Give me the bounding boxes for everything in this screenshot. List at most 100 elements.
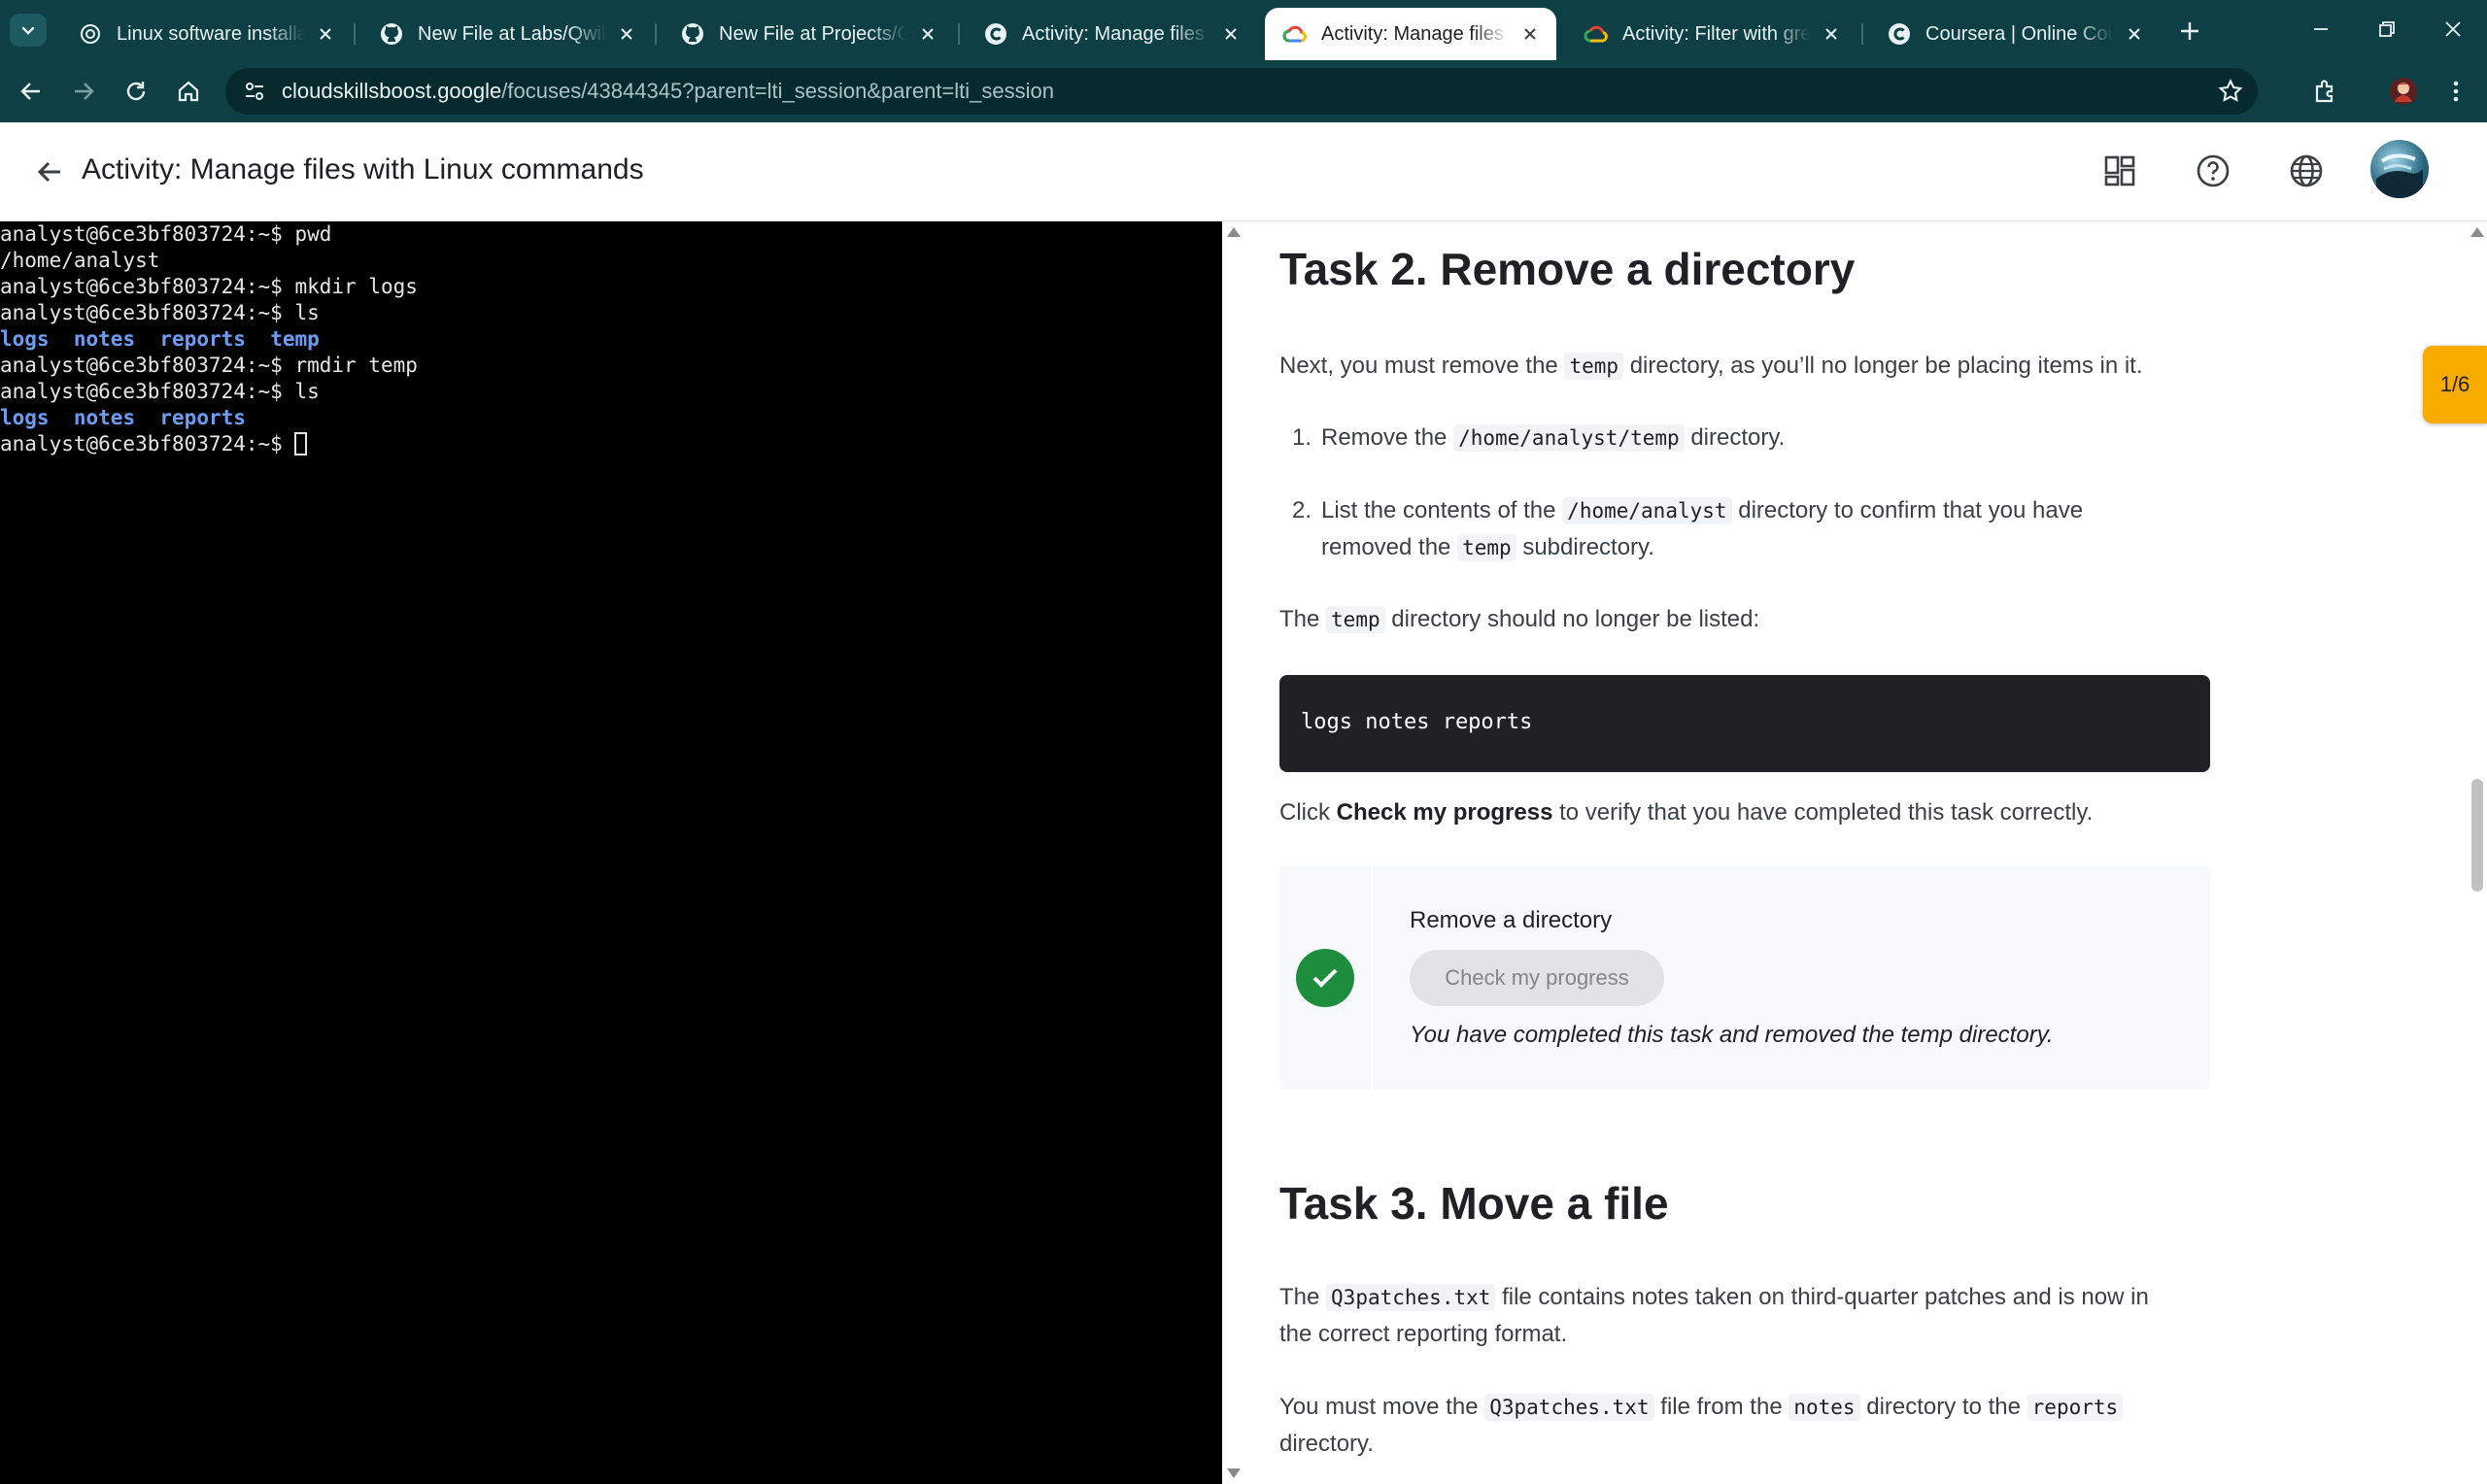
- tab-linux-software[interactable]: Linux software installation: [60, 8, 352, 60]
- terminal-line: analyst@6ce3bf803724:~$ pwd: [0, 221, 1222, 248]
- close-icon[interactable]: [915, 21, 940, 47]
- tab-new-file-labs[interactable]: New File at Labs/Qwiklabs: [361, 8, 653, 60]
- scroll-down-arrow-icon[interactable]: [1227, 1468, 1241, 1478]
- check-card-title: Remove a directory: [1410, 907, 1613, 933]
- progress-check-card: Remove a directory Check my progress You…: [1279, 866, 2210, 1090]
- terminal-line: analyst@6ce3bf803724:~$: [0, 431, 1222, 457]
- help-button[interactable]: [2194, 152, 2232, 190]
- terminal-scrollbar[interactable]: [1222, 221, 1244, 1484]
- user-photo-icon: [2376, 153, 2423, 198]
- scrollbar-thumb[interactable]: [2471, 779, 2483, 892]
- home-icon: [178, 81, 199, 102]
- terminal-prompt: analyst@6ce3bf803724:~$: [0, 432, 283, 455]
- close-icon[interactable]: [1517, 21, 1543, 47]
- terminal-directory-entry: notes: [73, 406, 136, 429]
- reload-icon: [126, 82, 146, 101]
- terminal-directory-entry: temp: [270, 327, 320, 351]
- tab-activity-manage-active[interactable]: Activity: Manage files with: [1265, 8, 1556, 60]
- expected-output-code-block: logs notes reports: [1279, 675, 2210, 772]
- terminal-prompt: analyst@6ce3bf803724:~$: [0, 380, 283, 403]
- terminal-line: /home/analyst: [0, 248, 1222, 274]
- task2-step-2: 2. List the contents of the /home/analyst…: [1292, 497, 2084, 561]
- openai-icon: [78, 21, 103, 47]
- url-path: /focuses/43844345?parent=lti_session&par…: [501, 79, 1054, 103]
- tab-separator: [958, 23, 960, 45]
- arrow-right-icon: [75, 83, 94, 100]
- close-icon[interactable]: [1819, 21, 1844, 47]
- arrow-left-icon: [20, 83, 40, 100]
- terminal-line: analyst@6ce3bf803724:~$ rmdir temp: [0, 353, 1222, 379]
- terminal-directory-entry: logs: [0, 406, 50, 429]
- close-icon[interactable]: [313, 21, 338, 47]
- terminal-line: analyst@6ce3bf803724:~$ ls: [0, 300, 1222, 326]
- lab-header: Activity: Manage files with Linux comman…: [0, 122, 2487, 221]
- terminal-prompt: analyst@6ce3bf803724:~$: [0, 354, 283, 377]
- language-button[interactable]: [2287, 152, 2326, 190]
- task2-note: The temp directory should no longer be l…: [1279, 606, 1760, 633]
- url-host: cloudskillsboost.google: [282, 79, 502, 103]
- extensions-button[interactable]: [2306, 72, 2345, 111]
- reload-button[interactable]: [117, 72, 155, 111]
- chevron-down-icon: [21, 26, 35, 35]
- tab-activity-manage-coursera[interactable]: Activity: Manage files with: [966, 8, 1257, 60]
- task-progress-badge[interactable]: 1/6: [2423, 346, 2487, 423]
- terminal-command: ls: [294, 301, 320, 324]
- globe-icon: [2290, 154, 2323, 187]
- close-icon[interactable]: [614, 21, 639, 47]
- close-icon[interactable]: [1218, 21, 1244, 47]
- back-button[interactable]: [12, 72, 51, 111]
- scroll-up-arrow-icon[interactable]: [2470, 227, 2484, 237]
- arrow-left-icon[interactable]: [33, 155, 66, 188]
- page-title: Activity: Manage files with Linux comman…: [82, 153, 644, 186]
- task2-click-instruction: Click Check my progress to verify that y…: [1279, 799, 2094, 826]
- terminal-line: logs notes reports temp: [0, 326, 1222, 353]
- bookmark-star-icon[interactable]: [2217, 78, 2244, 105]
- layout-toggle-button[interactable]: [2100, 152, 2139, 190]
- tab-separator: [655, 23, 657, 45]
- terminal[interactable]: analyst@6ce3bf803724:~$ pwd/home/analyst…: [0, 221, 1222, 1484]
- tab-separator: [354, 23, 356, 45]
- address-bar[interactable]: cloudskillsboost.google/focuses/43844345…: [225, 68, 2258, 115]
- home-button[interactable]: [169, 72, 208, 111]
- forward-button[interactable]: [64, 72, 103, 111]
- profile-button[interactable]: [2384, 72, 2423, 111]
- tab-title: Linux software installation: [117, 22, 305, 45]
- terminal-output: /home/analyst: [0, 249, 160, 272]
- tab-search-button[interactable]: [10, 14, 47, 47]
- coursera-icon: [983, 21, 1008, 47]
- profile-avatar-icon: [2390, 78, 2417, 105]
- terminal-directory-entry: reports: [159, 406, 246, 429]
- close-icon: [2445, 21, 2461, 37]
- github-icon: [680, 21, 705, 47]
- restore-button[interactable]: [2353, 8, 2421, 51]
- terminal-directory-entry: reports: [159, 327, 246, 351]
- tab-new-file-projects[interactable]: New File at Projects/Google: [663, 8, 954, 60]
- coursera-icon: [1887, 21, 1912, 47]
- tab-title: Activity: Manage files with: [1321, 22, 1510, 45]
- site-settings-icon[interactable]: [243, 80, 266, 103]
- close-icon[interactable]: [2122, 21, 2147, 47]
- terminal-cursor: [294, 432, 308, 455]
- terminal-command: rmdir temp: [294, 354, 418, 377]
- scroll-up-arrow-icon[interactable]: [1227, 227, 1241, 237]
- lab-instructions: Task 2. Remove a directory Next, you mus…: [1244, 221, 2468, 1484]
- task2-step-1: 1. Remove the /home/analyst/temp director…: [1292, 424, 1786, 452]
- minimize-button[interactable]: [2287, 8, 2355, 51]
- tab-title: Activity: Filter with grep |: [1622, 22, 1811, 45]
- browser-menu-button[interactable]: [2436, 72, 2475, 111]
- restore-icon: [2379, 21, 2395, 37]
- close-window-button[interactable]: [2419, 8, 2487, 51]
- terminal-directory-entry: logs: [0, 327, 50, 351]
- dashboard-icon: [2104, 155, 2135, 186]
- tab-filter-grep[interactable]: Activity: Filter with grep |: [1566, 8, 1857, 60]
- task3-paragraph-1: The Q3patches.txt file contains notes ta…: [1279, 1284, 2149, 1347]
- check-my-progress-button[interactable]: Check my progress: [1410, 950, 1664, 1006]
- help-icon: [2197, 154, 2230, 187]
- tab-title: Coursera | Online Courses: [1925, 22, 2114, 45]
- avatar[interactable]: [2370, 140, 2429, 198]
- checkmark-icon: [1296, 949, 1354, 1007]
- google-cloud-icon: [1282, 21, 1308, 47]
- tab-coursera-courses[interactable]: Coursera | Online Courses: [1869, 8, 2161, 60]
- terminal-prompt: analyst@6ce3bf803724:~$: [0, 222, 283, 246]
- new-tab-button[interactable]: [2172, 14, 2207, 49]
